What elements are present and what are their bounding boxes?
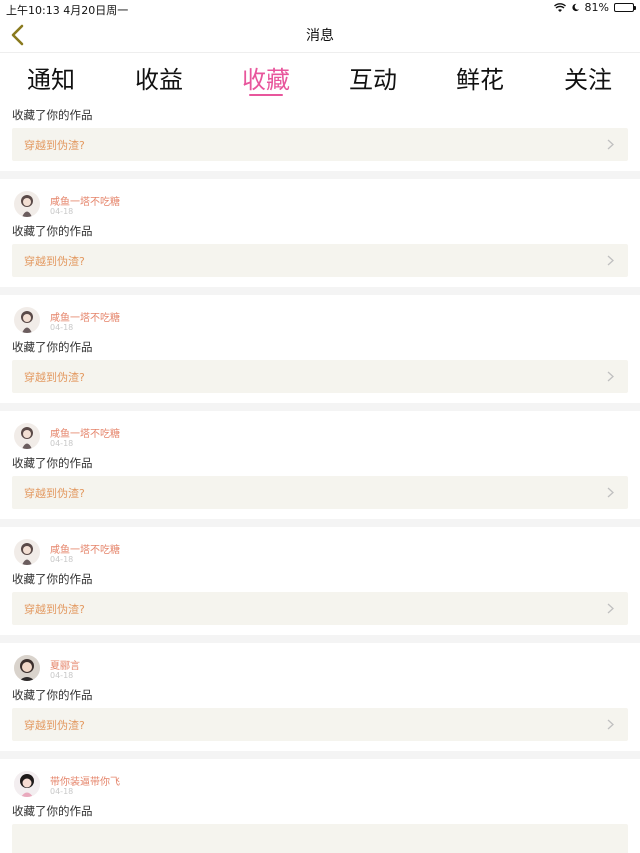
date: 04-18 <box>50 323 74 332</box>
divider <box>0 519 640 527</box>
avatar[interactable] <box>14 771 40 797</box>
message-text: 收藏了你的作品 <box>12 688 93 702</box>
date: 04-18 <box>50 555 74 564</box>
work-title: 穿越到伪渣? <box>24 139 85 152</box>
message-card: 咸鱼一塔不吃糖 04-18 收藏了你的作品 穿越到伪渣? <box>0 527 640 635</box>
date: 04-18 <box>50 787 74 796</box>
work-link[interactable]: 穿越到伪渣? <box>12 244 628 277</box>
tab-following[interactable]: 关注 <box>543 60 633 95</box>
battery-percent: 81% <box>584 1 609 14</box>
moon-icon <box>571 3 579 12</box>
chevron-right-icon <box>607 719 614 730</box>
nav-bar: 消息 <box>0 17 640 53</box>
avatar[interactable] <box>14 423 40 449</box>
chevron-right-icon <box>607 487 614 498</box>
message-card: 咸鱼一塔不吃糖 04-18 收藏了你的作品 穿越到伪渣? <box>0 179 640 287</box>
work-title: 穿越到伪渣? <box>24 371 85 384</box>
username[interactable]: 咸鱼一塔不吃糖 <box>50 193 120 208</box>
message-card: 咸鱼一塔不吃糖 04-18 收藏了你的作品 穿越到伪渣? <box>0 295 640 403</box>
message-card: 收藏了你的作品 穿越到伪渣? <box>0 100 640 171</box>
avatar[interactable] <box>14 191 40 217</box>
tab-earnings[interactable]: 收益 <box>114 60 204 95</box>
work-title: 穿越到伪渣? <box>24 603 85 616</box>
divider <box>0 403 640 411</box>
divider <box>0 287 640 295</box>
work-title: 穿越到伪渣? <box>24 255 85 268</box>
tab-bar: 通知 收益 收藏 互动 鲜花 关注 <box>0 54 640 100</box>
work-title: 穿越到伪渣? <box>24 487 85 500</box>
status-time-date: 上午10:13 4月20日周一 <box>6 4 129 17</box>
avatar[interactable] <box>14 539 40 565</box>
chevron-right-icon <box>607 603 614 614</box>
message-text: 收藏了你的作品 <box>12 224 93 238</box>
divider <box>0 751 640 759</box>
avatar[interactable] <box>14 655 40 681</box>
tab-favorites[interactable]: 收藏 <box>221 60 311 95</box>
chevron-right-icon <box>607 139 614 150</box>
date: 04-18 <box>50 671 74 680</box>
username[interactable]: 带你装逼带你飞 <box>50 773 120 788</box>
page-title: 消息 <box>306 28 334 44</box>
tab-notifications[interactable]: 通知 <box>6 60 96 95</box>
work-title: 穿越到伪渣? <box>24 719 85 732</box>
message-text: 收藏了你的作品 <box>12 572 93 586</box>
message-card: 咸鱼一塔不吃糖 04-18 收藏了你的作品 穿越到伪渣? <box>0 411 640 519</box>
work-link[interactable] <box>12 824 628 853</box>
divider <box>0 171 640 179</box>
chevron-right-icon <box>607 371 614 382</box>
chevron-right-icon <box>607 255 614 266</box>
message-feed[interactable]: 收藏了你的作品 穿越到伪渣? 咸鱼一塔不吃糖 04-18 收藏了你的作品 穿越到… <box>0 100 640 853</box>
status-bar: 上午10:13 4月20日周一 81% <box>0 0 640 17</box>
message-text: 收藏了你的作品 <box>12 108 93 122</box>
date: 04-18 <box>50 439 74 448</box>
message-text: 收藏了你的作品 <box>12 340 93 354</box>
battery-icon <box>614 3 636 12</box>
status-right: 81% <box>553 1 636 14</box>
date: 04-18 <box>50 207 74 216</box>
username[interactable]: 夏郦言 <box>50 657 80 672</box>
message-card: 带你装逼带你飞 04-18 收藏了你的作品 <box>0 759 640 853</box>
tab-interactions[interactable]: 互动 <box>328 60 418 95</box>
message-text: 收藏了你的作品 <box>12 456 93 470</box>
wifi-icon <box>553 2 566 12</box>
work-link[interactable]: 穿越到伪渣? <box>12 708 628 741</box>
work-link[interactable]: 穿越到伪渣? <box>12 476 628 509</box>
tab-flowers[interactable]: 鲜花 <box>435 60 525 95</box>
divider <box>0 635 640 643</box>
username[interactable]: 咸鱼一塔不吃糖 <box>50 541 120 556</box>
active-tab-indicator <box>249 94 283 96</box>
message-card: 夏郦言 04-18 收藏了你的作品 穿越到伪渣? <box>0 643 640 751</box>
work-link[interactable]: 穿越到伪渣? <box>12 592 628 625</box>
work-link[interactable]: 穿越到伪渣? <box>12 128 628 161</box>
username[interactable]: 咸鱼一塔不吃糖 <box>50 309 120 324</box>
avatar[interactable] <box>14 307 40 333</box>
username[interactable]: 咸鱼一塔不吃糖 <box>50 425 120 440</box>
work-link[interactable]: 穿越到伪渣? <box>12 360 628 393</box>
message-text: 收藏了你的作品 <box>12 804 93 818</box>
